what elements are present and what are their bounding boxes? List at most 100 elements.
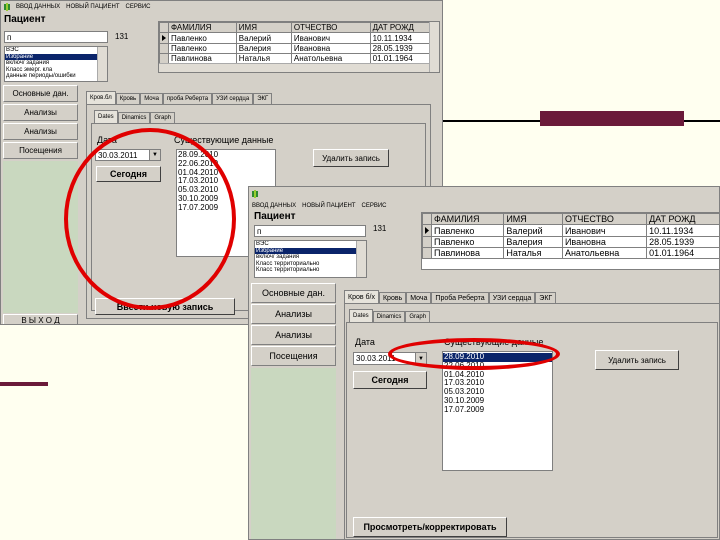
column-header-last-name[interactable]: ФАМИЛИЯ bbox=[168, 22, 237, 33]
sidebar-item-analyses-2[interactable]: Анализы bbox=[251, 325, 336, 345]
row-pointer-icon bbox=[422, 224, 432, 237]
tab-urine[interactable]: Моча bbox=[406, 292, 432, 303]
menu-item-new-patient[interactable]: НОВЫЙ ПАЦИЕНТ bbox=[299, 203, 358, 209]
table-row[interactable]: Павленко Валерий Иванович 10.11.1934 bbox=[422, 224, 719, 237]
list-item[interactable]: ВЭС bbox=[5, 47, 107, 54]
tab-dates[interactable]: Dates bbox=[349, 309, 373, 322]
table-cell[interactable]: 10.11.1934 bbox=[646, 224, 719, 237]
column-header-last-name[interactable]: ФАМИЛИЯ bbox=[430, 213, 505, 225]
sidebar-item-analyses[interactable]: Анализы bbox=[251, 304, 336, 324]
tab-heart-ultrasound[interactable]: УЗИ сердца bbox=[488, 292, 536, 303]
sidebar-item-analyses[interactable]: Анализы bbox=[3, 104, 78, 121]
table-cell[interactable]: Валерия bbox=[503, 236, 563, 248]
table-cell[interactable]: Валерий bbox=[503, 224, 563, 237]
delete-record-button[interactable]: Удалить запись bbox=[595, 350, 679, 370]
patients-table: ФАМИЛИЯ ИМЯ ОТЧЕСТВО ДАТ РОЖД Павленко В… bbox=[421, 212, 719, 270]
table-cell[interactable]: Павленко bbox=[168, 43, 237, 54]
tab-reberg-test[interactable]: Проба Реберта bbox=[431, 292, 489, 303]
sidebar-item-analyses-2[interactable]: Анализы bbox=[3, 123, 78, 140]
column-header-first-name[interactable]: ИМЯ bbox=[235, 22, 292, 33]
tab-blood-biochem[interactable]: Кров.бл bbox=[86, 91, 116, 104]
table-cell[interactable]: 01.01.1964 bbox=[646, 247, 719, 259]
list-item[interactable]: данные периоды/ошибки bbox=[5, 73, 107, 80]
table-cell[interactable]: Наталья bbox=[503, 247, 563, 259]
patient-list[interactable]: ВЭС Избрание включ/ задания Класс эмерг.… bbox=[4, 46, 108, 82]
menu-bar bbox=[249, 187, 719, 200]
tab-dinamics[interactable]: Dinamics bbox=[117, 112, 151, 123]
today-button[interactable]: Сегодня bbox=[353, 371, 427, 389]
table-cell[interactable]: Иванович bbox=[561, 224, 648, 237]
table-cell[interactable]: Павленко bbox=[430, 236, 505, 248]
menu-item-service[interactable]: СЕРВИС bbox=[358, 203, 389, 209]
column-header-patronymic[interactable]: ОТЧЕСТВО bbox=[561, 213, 648, 225]
menu-item-data-entry[interactable]: ВВОД ДАННЫХ bbox=[13, 4, 63, 10]
table-row[interactable]: Павленко Валерия Ивановна 28.05.1939 bbox=[422, 236, 719, 248]
tab-blood-biochem[interactable]: Кров б/х bbox=[344, 290, 379, 303]
tab-graph[interactable]: Graph bbox=[405, 311, 431, 322]
date-label: Дата bbox=[355, 337, 375, 347]
table-cell[interactable]: Ивановна bbox=[561, 236, 648, 248]
delete-record-button[interactable]: Удалить запись bbox=[313, 149, 389, 167]
column-header-birth-date[interactable]: ДАТ РОЖД bbox=[646, 213, 719, 225]
list-item[interactable]: Класс эмерг. кла bbox=[5, 67, 107, 74]
table-cell[interactable]: Валерия bbox=[235, 43, 292, 54]
tab-ecg[interactable]: ЭКГ bbox=[253, 93, 273, 104]
menu-item-new-patient[interactable]: НОВЫЙ ПАЦИЕНТ bbox=[63, 4, 122, 10]
app-icon bbox=[252, 189, 258, 198]
table-cell[interactable]: Павлинова bbox=[430, 247, 505, 259]
table-cell[interactable]: Валерий bbox=[235, 32, 292, 44]
table-cell[interactable]: 28.05.1939 bbox=[646, 236, 719, 248]
patient-search-input[interactable]: п bbox=[254, 225, 366, 237]
table-row[interactable]: Павлинова Наталья Анатольевна 01.01.1964 bbox=[159, 53, 439, 64]
sidebar-item-visits[interactable]: Посещения bbox=[251, 346, 336, 366]
table-cell[interactable]: Иванович bbox=[290, 32, 371, 44]
scrollbar[interactable] bbox=[356, 241, 366, 277]
exit-button[interactable]: В Ы Х О Д bbox=[3, 314, 78, 324]
highlight-ellipse-small bbox=[388, 338, 560, 370]
sidebar-item-main-data[interactable]: Основные дан. bbox=[251, 283, 336, 303]
column-header-first-name[interactable]: ИМЯ bbox=[503, 213, 563, 225]
list-item[interactable]: включ/ задания bbox=[255, 254, 366, 261]
scrollbar[interactable] bbox=[429, 22, 439, 72]
patient-search-input[interactable]: п bbox=[4, 31, 108, 43]
tab-ecg[interactable]: ЭКГ bbox=[535, 292, 557, 303]
table-row[interactable]: Павленко Валерий Иванович 10.11.1934 bbox=[159, 32, 439, 44]
table-cell[interactable]: Ивановна bbox=[290, 43, 371, 54]
sidebar-item-main-data[interactable]: Основные дан. bbox=[3, 85, 78, 102]
tab-blood[interactable]: Кровь bbox=[115, 93, 141, 104]
list-item[interactable]: Класс территориально bbox=[255, 261, 366, 268]
patient-count: 131 bbox=[373, 224, 387, 233]
tab-dinamics[interactable]: Dinamics bbox=[372, 311, 406, 322]
scrollbar[interactable] bbox=[159, 63, 429, 72]
list-item[interactable]: Избрание bbox=[255, 247, 366, 255]
table-cell[interactable]: Павленко bbox=[430, 224, 505, 237]
table-cell[interactable]: Наталья bbox=[235, 53, 292, 64]
menu-bar: ВВОД ДАННЫХ НОВЫЙ ПАЦИЕНТ СЕРВИС bbox=[1, 1, 442, 13]
table-row[interactable]: Павлинова Наталья Анатольевна 01.01.1964 bbox=[422, 247, 719, 259]
table-cell[interactable]: Павлинова bbox=[168, 53, 237, 64]
test-tabs: Кров б/х Кровь Моча Проба Реберта УЗИ се… bbox=[344, 290, 557, 303]
menu-item-data-entry[interactable]: ВВОД ДАННЫХ bbox=[249, 203, 299, 209]
table-row[interactable]: Павленко Валерия Ивановна 28.05.1939 bbox=[159, 43, 439, 54]
list-item[interactable]: включ/ задания bbox=[5, 60, 107, 67]
list-item[interactable]: Класс территориально bbox=[255, 267, 366, 274]
view-edit-button[interactable]: Просмотреть/корректировать bbox=[353, 517, 507, 537]
table-cell[interactable]: Павленко bbox=[168, 32, 237, 44]
list-item[interactable]: Избрание bbox=[5, 53, 107, 61]
sidebar-item-visits[interactable]: Посещения bbox=[3, 142, 78, 159]
app-icon bbox=[4, 3, 10, 11]
tab-blood[interactable]: Кровь bbox=[378, 292, 407, 303]
scrollbar[interactable] bbox=[97, 47, 107, 81]
tab-graph[interactable]: Graph bbox=[150, 112, 176, 123]
patient-list[interactable]: ВЭС Избрание включ/ задания Класс террит… bbox=[254, 240, 367, 278]
tab-urine[interactable]: Моча bbox=[140, 93, 163, 104]
tab-dates[interactable]: Dates bbox=[94, 110, 118, 123]
table-cell[interactable]: Анатольевна bbox=[561, 247, 648, 259]
column-header-patronymic[interactable]: ОТЧЕСТВО bbox=[290, 22, 371, 33]
menu-item-service[interactable]: СЕРВИС bbox=[122, 4, 153, 10]
tab-heart-ultrasound[interactable]: УЗИ сердца bbox=[212, 93, 254, 104]
table-cell[interactable]: Анатольевна bbox=[290, 53, 371, 64]
list-item[interactable]: 17.07.2009 bbox=[443, 405, 552, 415]
list-item[interactable]: ВЭС bbox=[255, 241, 366, 248]
tab-reberg-test[interactable]: проба Реберта bbox=[162, 93, 213, 104]
